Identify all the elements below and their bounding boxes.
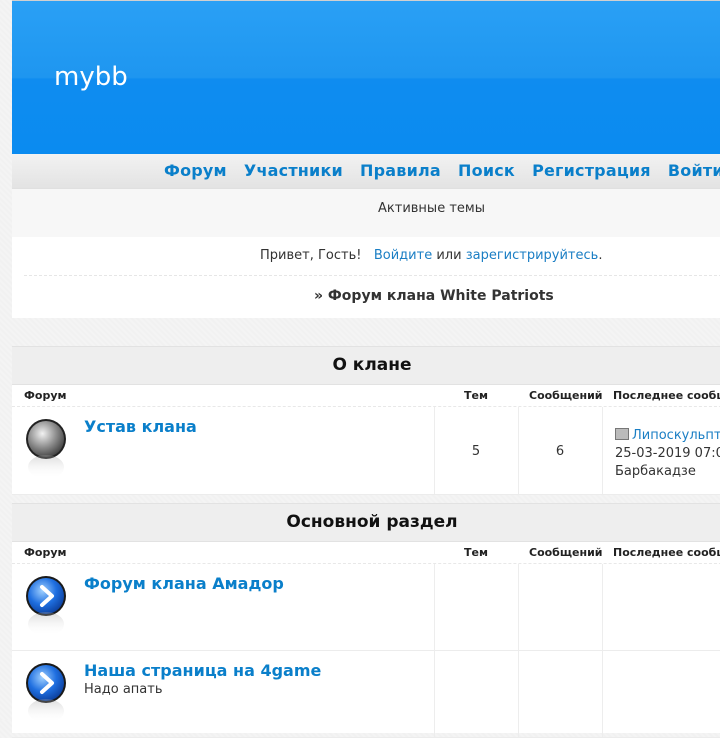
forum-link-icon — [26, 576, 66, 636]
forum-title[interactable]: Устав клана — [84, 417, 197, 436]
column-forum: Форум — [24, 546, 67, 559]
column-forum: Форум — [24, 389, 67, 402]
greeting-line: Привет, Гость! Войдите или зарегистрируй… — [260, 248, 602, 263]
breadcrumb-separator: » — [314, 288, 324, 304]
divider — [24, 275, 720, 276]
period-text: . — [598, 248, 603, 263]
column-divider — [434, 407, 435, 494]
nav-register[interactable]: Регистрация — [532, 161, 651, 180]
nav-forum[interactable]: Форум — [164, 161, 227, 180]
column-divider — [602, 407, 603, 494]
column-posts: Сообщений — [529, 389, 603, 402]
column-divider — [434, 564, 435, 650]
column-headers: Форум Тем Сообщений Последнее сообщ — [12, 385, 720, 407]
category-main-section: Основной раздел Форум Тем Сообщений Посл… — [12, 503, 720, 738]
post-count: 6 — [555, 444, 565, 459]
nav-rules[interactable]: Правила — [360, 161, 441, 180]
mybb-logo[interactable]: mybb — [54, 59, 134, 95]
forum-link-icon — [26, 663, 66, 723]
last-post-date: 25-03-2019 07:0 — [615, 446, 720, 461]
active-topics-link[interactable]: Активные темы — [378, 201, 485, 216]
main-navigation: Форум Участники Правила Поиск Регистраци… — [12, 154, 720, 189]
forum-row: Устав клана 5 6 Липоскульпт 25-03-2019 0… — [12, 407, 720, 495]
column-topics: Тем — [464, 389, 488, 402]
forum-row: Форум клана Амадор — [12, 564, 720, 651]
site-header: mybb — [12, 0, 720, 154]
column-divider — [602, 564, 603, 650]
sub-navigation: Активные темы — [12, 189, 720, 237]
category-title[interactable]: О клане — [12, 346, 720, 385]
column-divider — [518, 651, 519, 737]
column-divider — [602, 651, 603, 737]
breadcrumb-title[interactable]: Форум клана White Patriots — [328, 288, 554, 304]
forum-row: Наша страница на 4game Надо апать — [12, 651, 720, 738]
last-post-topic-link[interactable]: Липоскульпт — [632, 428, 720, 443]
topic-count: 5 — [471, 444, 481, 459]
greeting-text: Привет, Гость! — [260, 248, 362, 263]
or-text: или — [436, 248, 462, 263]
register-link[interactable]: зарегистрируйтесь — [466, 248, 599, 263]
category-title[interactable]: Основной раздел — [12, 503, 720, 542]
nav-login[interactable]: Войти — [668, 161, 720, 180]
category-about-clan: О клане Форум Тем Сообщений Последнее со… — [12, 346, 720, 495]
forum-title[interactable]: Форум клана Амадор — [84, 574, 284, 593]
column-last-post: Последнее сообщ — [613, 546, 720, 559]
column-divider — [434, 651, 435, 737]
page-wrapper: mybb Форум Участники Правила Поиск Регис… — [12, 0, 720, 738]
welcome-panel: Привет, Гость! Войдите или зарегистрируй… — [12, 237, 720, 318]
nav-members[interactable]: Участники — [244, 161, 343, 180]
last-post-author: Барбакадзе — [615, 464, 696, 479]
column-topics: Тем — [464, 546, 488, 559]
column-last-post: Последнее сообщ — [613, 389, 720, 402]
forum-title[interactable]: Наша страница на 4game — [84, 661, 321, 680]
breadcrumb: » Форум клана White Patriots — [314, 288, 554, 304]
nav-search[interactable]: Поиск — [458, 161, 515, 180]
login-link[interactable]: Войдите — [374, 248, 432, 263]
column-posts: Сообщений — [529, 546, 603, 559]
topic-icon — [615, 428, 629, 440]
forum-description: Надо апать — [84, 682, 163, 697]
svg-text:mybb: mybb — [54, 62, 128, 92]
column-headers: Форум Тем Сообщений Последнее сообщ — [12, 542, 720, 564]
forum-read-icon — [26, 419, 66, 479]
last-post-info: Липоскульпт 25-03-2019 07:0 Барбакадзе — [615, 427, 720, 481]
column-divider — [518, 407, 519, 494]
column-divider — [518, 564, 519, 650]
